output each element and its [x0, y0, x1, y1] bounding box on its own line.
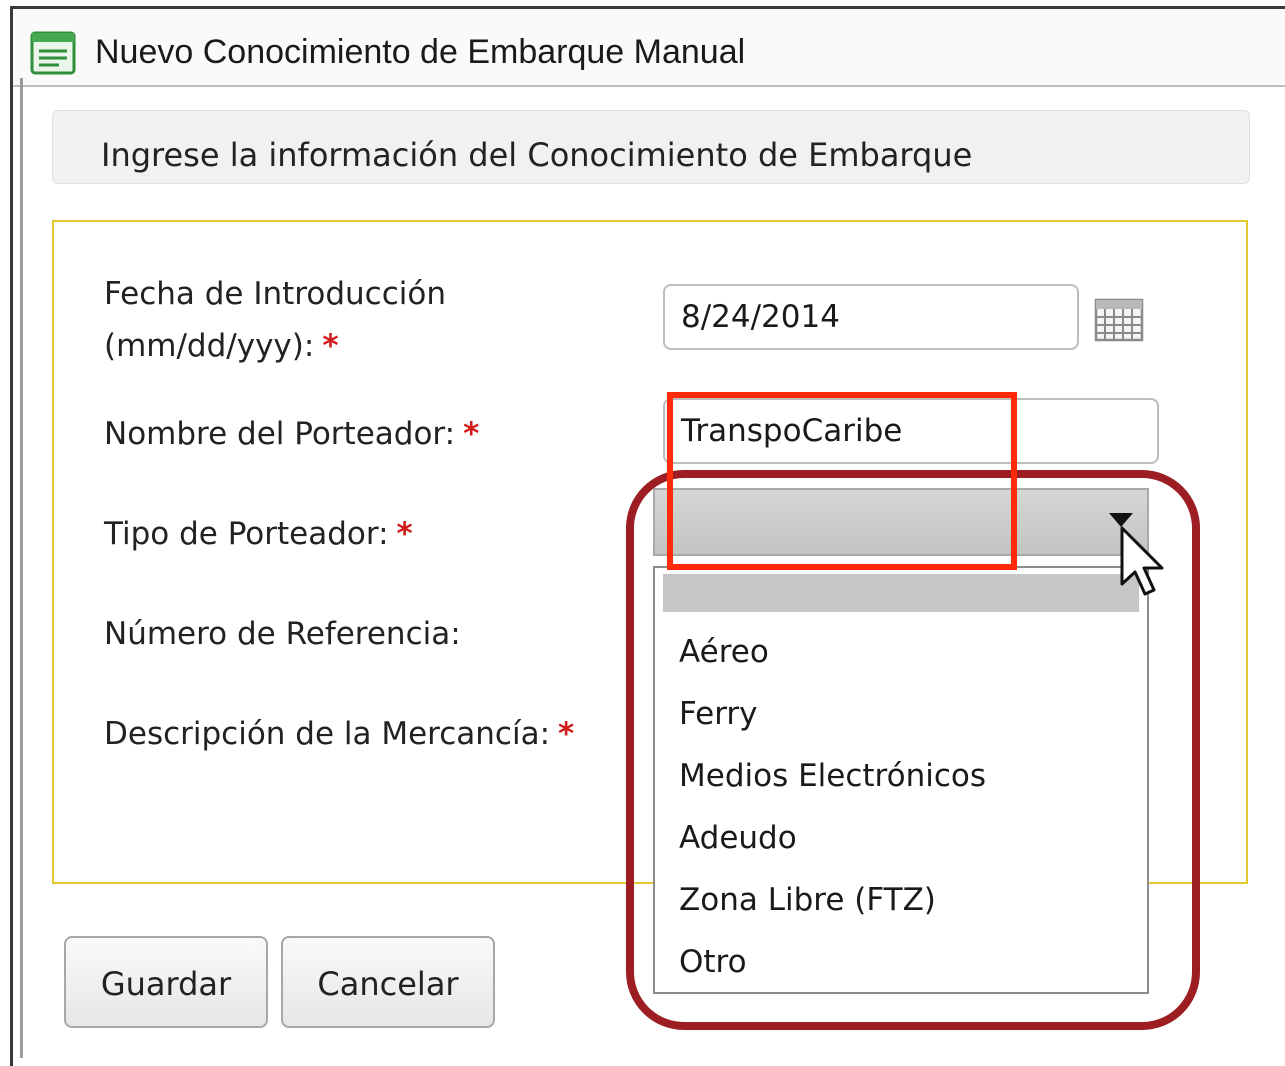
required-marker: * — [322, 328, 339, 364]
descripcion-mercancia-label: Descripción de la Mercancía: * — [104, 708, 574, 760]
required-marker: * — [396, 516, 413, 552]
instructions-banner: Ingrese la información del Conocimiento … — [52, 110, 1250, 184]
form-window-icon — [29, 29, 77, 77]
window-titlebar: Nuevo Conocimiento de Embarque Manual — [13, 9, 1285, 87]
dropdown-option-aereo[interactable]: Aéreo — [679, 632, 769, 672]
dropdown-option-adeudo[interactable]: Adeudo — [679, 818, 797, 858]
fecha-label: Fecha de Introducción (mm/dd/yyy): * — [104, 268, 446, 372]
tipo-porteador-label: Tipo de Porteador: * — [104, 508, 413, 560]
tipo-porteador-dropdown-list: Aéreo Ferry Medios Electrónicos Adeudo Z… — [653, 566, 1149, 994]
dropdown-option-ferry[interactable]: Ferry — [679, 694, 758, 734]
save-button[interactable]: Guardar — [64, 936, 268, 1028]
cancel-button[interactable]: Cancelar — [281, 936, 495, 1028]
nombre-porteador-label-text: Nombre del Porteador: — [104, 416, 456, 452]
content-left-border — [20, 78, 23, 1058]
calendar-icon[interactable] — [1094, 298, 1144, 342]
nombre-porteador-input[interactable]: TranspoCaribe — [663, 398, 1159, 464]
nombre-porteador-label: Nombre del Porteador: * — [104, 408, 479, 460]
fecha-label-line2: (mm/dd/yyy): — [104, 328, 315, 364]
dropdown-option-otro[interactable]: Otro — [679, 942, 747, 982]
mouse-cursor-icon — [1118, 524, 1172, 600]
numero-referencia-label: Número de Referencia: — [104, 608, 461, 660]
fecha-label-line1: Fecha de Introducción — [104, 276, 446, 312]
instructions-text: Ingrese la información del Conocimiento … — [101, 136, 973, 174]
descripcion-mercancia-label-text: Descripción de la Mercancía: — [104, 716, 551, 752]
required-marker: * — [558, 716, 575, 752]
window-title: Nuevo Conocimiento de Embarque Manual — [95, 33, 746, 71]
required-marker: * — [463, 416, 480, 452]
dropdown-option-medios-electronicos[interactable]: Medios Electrónicos — [679, 756, 986, 796]
tipo-porteador-select[interactable] — [653, 488, 1149, 556]
dropdown-option-blank[interactable] — [663, 574, 1139, 612]
tipo-porteador-label-text: Tipo de Porteador: — [104, 516, 389, 552]
numero-referencia-label-text: Número de Referencia: — [104, 616, 461, 652]
dropdown-option-zona-libre[interactable]: Zona Libre (FTZ) — [679, 880, 936, 920]
fecha-input[interactable]: 8/24/2014 — [663, 284, 1079, 350]
